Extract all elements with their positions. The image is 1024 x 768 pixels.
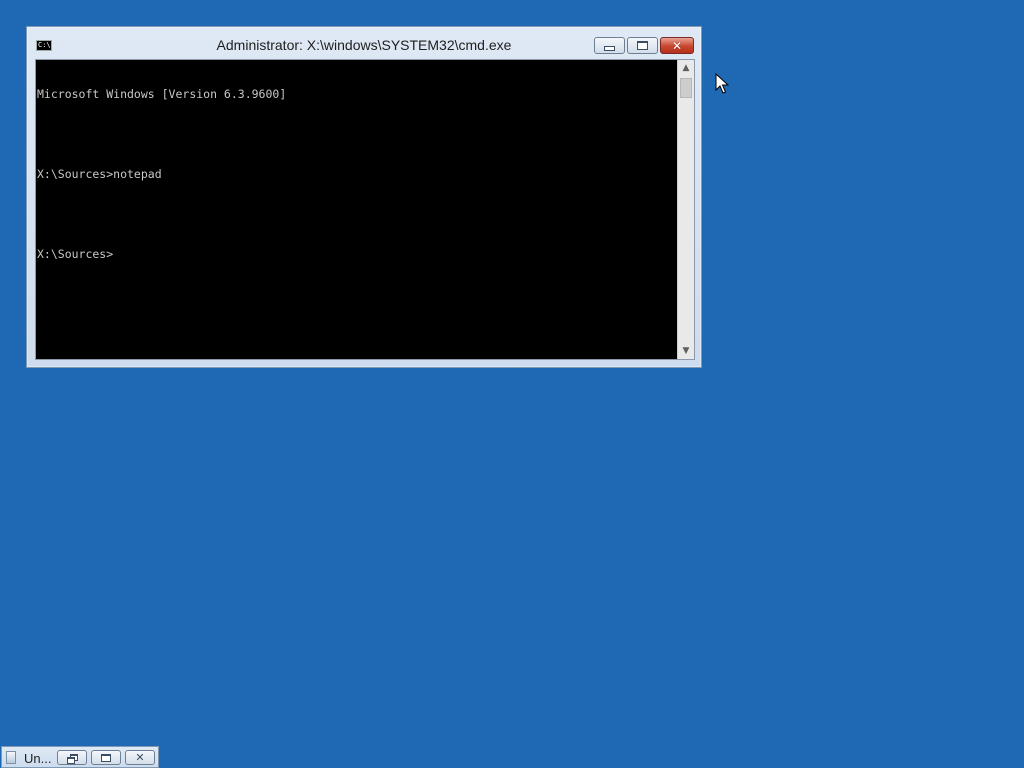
maximize-button[interactable] <box>627 37 658 54</box>
close-icon: ✕ <box>135 751 145 764</box>
console-text: Microsoft Windows [Version 6.3.9600] X:\… <box>37 60 677 288</box>
console-output[interactable]: Microsoft Windows [Version 6.3.9600] X:\… <box>35 59 695 360</box>
maximize-button[interactable] <box>91 750 121 765</box>
notepad-icon <box>6 751 16 764</box>
minimized-window[interactable]: Un... ✕ <box>1 746 159 768</box>
chevron-down-icon: ▼ <box>682 346 690 356</box>
scroll-thumb[interactable] <box>680 78 692 98</box>
maximize-icon <box>637 41 648 50</box>
title-bar[interactable]: C:\. Administrator: X:\windows\SYSTEM32\… <box>27 27 701 59</box>
minimize-icon <box>604 46 615 51</box>
restore-icon <box>67 753 78 764</box>
close-button[interactable]: ✕ <box>660 37 694 54</box>
minimized-window-title[interactable]: Un... <box>24 751 51 766</box>
console-line: X:\Sources>notepad <box>37 167 162 181</box>
chevron-up-icon: ▲ <box>682 63 690 73</box>
cmd-window[interactable]: C:\. Administrator: X:\windows\SYSTEM32\… <box>26 26 702 368</box>
scroll-down-button[interactable]: ▼ <box>678 343 694 359</box>
console-prompt[interactable]: X:\Sources> <box>37 248 677 260</box>
vertical-scrollbar[interactable]: ▲ ▼ <box>677 60 694 359</box>
arrow-cursor-icon <box>715 73 729 94</box>
maximize-icon <box>101 753 111 762</box>
scroll-up-button[interactable]: ▲ <box>678 60 694 76</box>
minimize-button[interactable] <box>594 37 625 54</box>
close-button[interactable]: ✕ <box>125 750 155 765</box>
restore-button[interactable] <box>57 750 87 765</box>
console-line: Microsoft Windows [Version 6.3.9600] <box>37 87 287 101</box>
close-icon: ✕ <box>671 38 683 53</box>
